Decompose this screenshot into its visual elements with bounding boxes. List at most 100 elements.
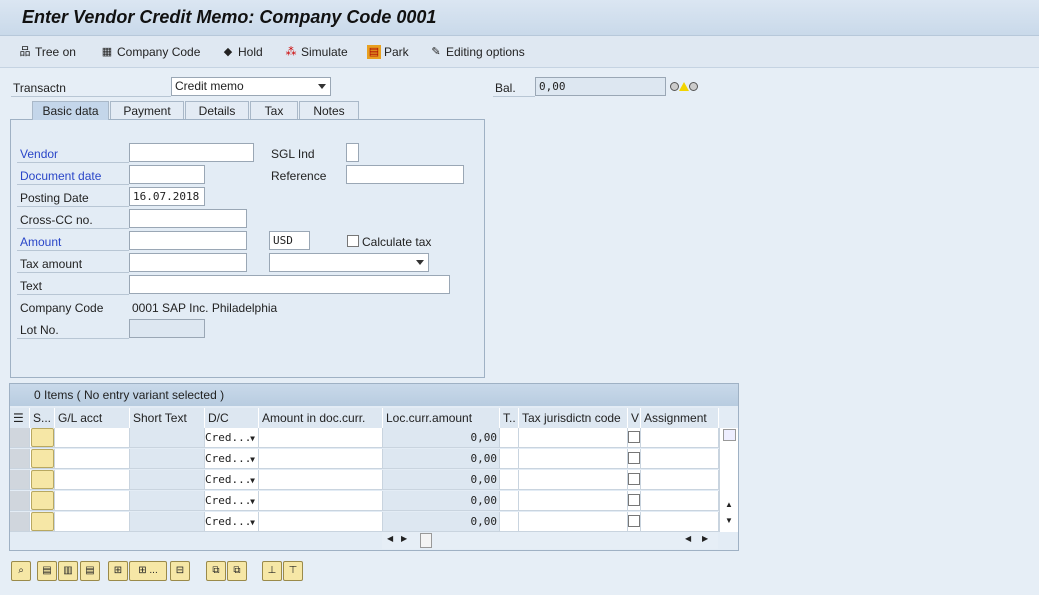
cross-cc-input[interactable]	[129, 209, 247, 228]
posting-date-input[interactable]: 16.07.2018	[129, 187, 205, 206]
cell-tax-code[interactable]	[500, 491, 519, 511]
column-header-tax-jurisdiction[interactable]: Tax jurisdictn code	[519, 408, 628, 428]
row-selector[interactable]	[10, 428, 30, 448]
cell-assignment[interactable]	[641, 449, 719, 469]
cell-debit-credit[interactable]: Cred... ▼	[205, 470, 259, 490]
column-header-tax-code[interactable]: T..	[500, 408, 519, 428]
cell-assignment[interactable]	[641, 491, 719, 511]
scroll-right-icon[interactable]: ▶	[401, 534, 407, 543]
scroll-right-icon[interactable]: ▶	[702, 534, 708, 543]
cell-tax-jurisdiction[interactable]	[519, 428, 628, 448]
scroll-down-icon[interactable]: ▼	[725, 516, 733, 525]
editing-options-button[interactable]: ✎ Editing options	[429, 43, 524, 61]
park-button[interactable]: ▤ Park	[367, 43, 409, 61]
status-button[interactable]	[31, 491, 54, 510]
column-header-assignment[interactable]: Assignment	[641, 408, 719, 428]
text-input[interactable]	[129, 275, 450, 294]
cell-amount-doc-curr[interactable]	[259, 512, 383, 532]
cell-amount-doc-curr[interactable]	[259, 449, 383, 469]
cell-debit-credit[interactable]: Cred... ▼	[205, 428, 259, 448]
column-header-local-curr-amount[interactable]: Loc.curr.amount	[383, 408, 500, 428]
delete-row-button[interactable]: ⊟	[170, 561, 190, 581]
row-checkbox[interactable]	[628, 431, 640, 443]
column-header-amount-doc-curr[interactable]: Amount in doc.curr.	[259, 408, 383, 428]
tax-amount-input[interactable]	[129, 253, 247, 272]
insert-row-button[interactable]: ⊞	[108, 561, 128, 581]
tab-tax[interactable]: Tax	[250, 101, 298, 120]
currency-input[interactable]: USD	[269, 231, 310, 250]
row-selector[interactable]	[10, 449, 30, 469]
select-block-button[interactable]: ▥	[58, 561, 78, 581]
calculate-tax-checkbox[interactable]	[347, 235, 359, 247]
cell-gl-account[interactable]	[55, 470, 130, 490]
row-checkbox[interactable]	[628, 494, 640, 506]
column-header-gl-account[interactable]: G/L acct	[55, 408, 130, 428]
cell-gl-account[interactable]	[55, 491, 130, 511]
row-checkbox[interactable]	[628, 473, 640, 485]
cell-amount-doc-curr[interactable]	[259, 470, 383, 490]
cell-debit-credit[interactable]: Cred... ▼	[205, 449, 259, 469]
select-all-button[interactable]: ▤	[37, 561, 57, 581]
column-config-icon[interactable]: ☰	[10, 408, 30, 428]
tax-code-select[interactable]	[269, 253, 429, 272]
vertical-scrollbar[interactable]: ▲ ▼	[719, 428, 738, 532]
vendor-input[interactable]	[129, 143, 254, 162]
sgl-ind-input[interactable]	[346, 143, 359, 162]
cell-status[interactable]	[30, 470, 55, 490]
row-selector[interactable]	[10, 512, 30, 532]
document-date-label[interactable]: Document date	[20, 168, 101, 184]
amount-input[interactable]	[129, 231, 247, 250]
cell-tax-jurisdiction[interactable]	[519, 470, 628, 490]
scroll-thumb[interactable]	[723, 429, 736, 441]
filter-button[interactable]: ⊤	[283, 561, 303, 581]
cell-tax-code[interactable]	[500, 470, 519, 490]
cell-debit-credit[interactable]: Cred... ▼	[205, 512, 259, 532]
cell-v[interactable]	[628, 449, 641, 469]
transaction-select[interactable]: Credit memo	[171, 77, 331, 96]
simulate-button[interactable]: ⁂ Simulate	[284, 43, 348, 61]
row-checkbox[interactable]	[628, 515, 640, 527]
vendor-label[interactable]: Vendor	[20, 146, 58, 162]
cell-v[interactable]	[628, 470, 641, 490]
hold-button[interactable]: ◆ Hold	[221, 43, 263, 61]
scroll-thumb[interactable]	[420, 533, 432, 548]
scroll-up-icon[interactable]: ▲	[725, 500, 733, 509]
tab-basic-data[interactable]: Basic data	[32, 101, 109, 120]
cell-gl-account[interactable]	[55, 449, 130, 469]
cell-amount-doc-curr[interactable]	[259, 491, 383, 511]
cell-v[interactable]	[628, 512, 641, 532]
reference-input[interactable]	[346, 165, 464, 184]
cell-gl-account[interactable]	[55, 428, 130, 448]
scroll-left-icon[interactable]: ◀	[685, 534, 691, 543]
row-selector[interactable]	[10, 491, 30, 511]
cell-tax-jurisdiction[interactable]	[519, 491, 628, 511]
column-header-short-text[interactable]: Short Text	[130, 408, 205, 428]
deselect-all-button[interactable]: ▤	[80, 561, 100, 581]
sort-button[interactable]: ⊥	[262, 561, 282, 581]
cell-tax-code[interactable]	[500, 512, 519, 532]
column-header-debit-credit[interactable]: D/C	[205, 408, 259, 428]
column-header-status[interactable]: S...	[30, 408, 55, 428]
status-button[interactable]	[31, 512, 54, 531]
amount-label[interactable]: Amount	[20, 234, 61, 250]
cell-tax-code[interactable]	[500, 428, 519, 448]
company-code-button[interactable]: ▦ Company Code	[100, 43, 201, 61]
paste-button[interactable]: ⧉	[227, 561, 247, 581]
cell-gl-account[interactable]	[55, 512, 130, 532]
row-checkbox[interactable]	[628, 452, 640, 464]
horizontal-scrollbar[interactable]: ◀ ▶ ◀ ▶	[382, 532, 718, 549]
cell-amount-doc-curr[interactable]	[259, 428, 383, 448]
scroll-left-icon[interactable]: ◀	[387, 534, 393, 543]
tab-notes[interactable]: Notes	[299, 101, 359, 120]
column-header-v[interactable]: V	[628, 408, 641, 428]
cell-tax-code[interactable]	[500, 449, 519, 469]
cell-v[interactable]	[628, 491, 641, 511]
copy-button[interactable]: ⧉	[206, 561, 226, 581]
cell-assignment[interactable]	[641, 512, 719, 532]
tab-payment[interactable]: Payment	[110, 101, 184, 120]
cell-status[interactable]	[30, 449, 55, 469]
cell-status[interactable]	[30, 428, 55, 448]
document-date-input[interactable]	[129, 165, 205, 184]
cell-tax-jurisdiction[interactable]	[519, 512, 628, 532]
cell-status[interactable]	[30, 491, 55, 511]
